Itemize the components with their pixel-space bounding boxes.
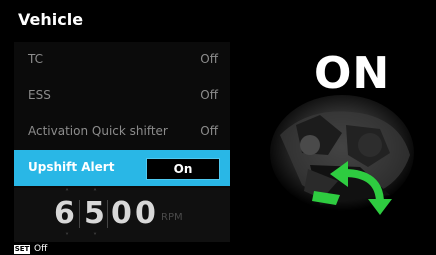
menu-item-label: ESS [28,88,51,102]
upshift-alert-toggle[interactable]: On [146,158,220,180]
menu-item-value: Off [200,52,218,66]
menu-item-tc[interactable]: TC Off [14,42,230,78]
menu-item-quick-shifter[interactable]: Activation Quick shifter Off [14,114,230,150]
menu-item-label: TC [28,52,44,66]
rpm-selector[interactable]: ˄ ˄ ˅ ˅ 6 5 0 0 RPM [14,188,230,242]
toggle-value: On [173,162,193,176]
status-indicator: ON [314,48,391,99]
rpm-digit: 5 [84,196,105,231]
header-bar: Vehicle [0,0,436,42]
menu-item-label: Activation Quick shifter [28,124,168,138]
menu-item-ess[interactable]: ESS Off [14,78,230,114]
rpm-unit-label: RPM [161,212,183,223]
set-key-badge: SET [14,245,30,254]
page-title: Vehicle [18,10,84,29]
menu-item-value: Off [200,124,218,138]
chevron-down-icon[interactable]: ˅ [93,232,97,241]
menu-item-upshift-alert[interactable]: Upshift Alert On [14,150,230,186]
digit-divider [79,200,80,228]
menu-item-label: Upshift Alert [28,160,115,174]
footer-value: Off [34,244,48,254]
digit-divider [107,200,108,228]
rpm-digit: 6 [54,196,75,231]
rpm-digit: 0 [111,196,132,231]
menu-item-value: Off [200,88,218,102]
rpm-digit: 0 [135,196,156,231]
chevron-down-icon[interactable]: ˅ [65,232,69,241]
quick-shifter-pedal-arrow-icon [270,95,414,215]
